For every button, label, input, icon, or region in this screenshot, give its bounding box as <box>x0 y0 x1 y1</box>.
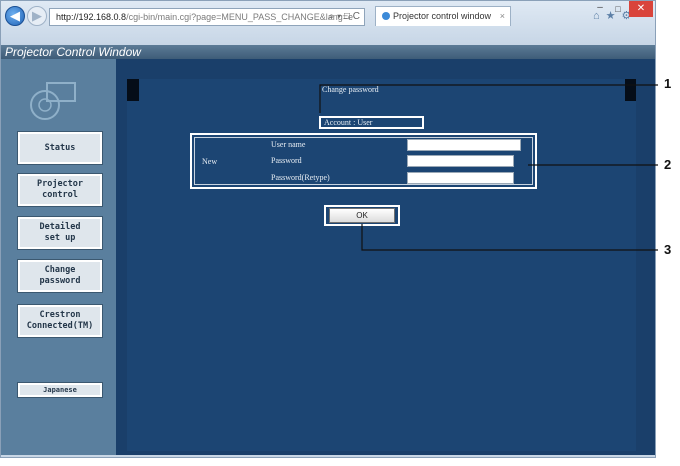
callout-number-1: 1 <box>664 76 672 91</box>
callout-number-3: 3 <box>664 242 672 257</box>
callout-lines <box>319 84 658 251</box>
callout-number-2: 2 <box>664 157 672 172</box>
